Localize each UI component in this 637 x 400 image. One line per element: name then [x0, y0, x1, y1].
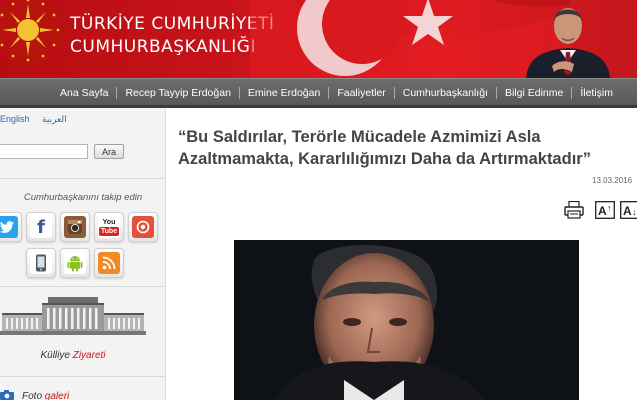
language-switcher: English العربية [0, 114, 77, 125]
rss-button[interactable] [94, 248, 124, 278]
nav-presidency[interactable]: Cumhurbaşkanlığı [395, 87, 496, 99]
youtube-icon: You Tube [98, 216, 120, 238]
photo-gallery-link-text: galeri [44, 391, 70, 400]
nav-recep-tayyip-erdogan[interactable]: Recep Tayyip Erdoğan [117, 87, 238, 99]
site-title[interactable]: TÜRKİYE CUMHURİYETİ CUMHURBAŞKANLIĞI [70, 13, 274, 59]
sidebar-divider [0, 376, 166, 377]
sidebar-divider [0, 286, 166, 287]
article-photo [234, 240, 579, 400]
nav-emine-erdogan[interactable]: Emine Erdoğan [240, 87, 328, 99]
article-headline-line1: “Bu Saldırılar, Terörle Mücadele Azmimiz… [178, 128, 541, 146]
search-button[interactable]: Ara [94, 144, 124, 159]
nav-activities[interactable]: Faaliyetler [329, 87, 393, 99]
svg-text:A: A [623, 204, 632, 218]
youtube-button[interactable]: You Tube [94, 212, 124, 242]
photo-gallery-link[interactable]: Foto galeri [0, 390, 69, 400]
android-icon [64, 252, 86, 274]
svg-text:↓: ↓ [632, 207, 637, 217]
font-decrease-icon[interactable]: A ↓ [620, 201, 637, 219]
follow-heading: Cumhurbaşkanını takip edin [23, 192, 143, 203]
sidebar-divider [0, 178, 166, 179]
article-date: 13.03.2016 [592, 176, 633, 185]
nav-home[interactable]: Ana Sayfa [52, 87, 116, 99]
main-navigation: Ana Sayfa Recep Tayyip Erdoğan Emine Erd… [0, 78, 637, 108]
language-english-link[interactable]: English [0, 114, 30, 124]
presidential-complex-image[interactable] [0, 291, 146, 341]
site-title-line1: TÜRKİYE CUMHURİYETİ [70, 14, 275, 34]
nav-information-request[interactable]: Bilgi Edinme [497, 87, 571, 99]
periscope-icon [132, 216, 154, 238]
language-arabic-link[interactable]: العربية [42, 114, 67, 124]
photo-gallery-label: Foto [22, 391, 43, 400]
twitter-button[interactable] [0, 212, 22, 242]
twitter-icon [0, 216, 18, 238]
president-portrait-image [526, 8, 610, 78]
android-button[interactable] [60, 248, 90, 278]
svg-text:A: A [598, 204, 607, 218]
facebook-button[interactable]: f [26, 212, 56, 242]
print-icon[interactable] [564, 201, 584, 219]
article-headline: “Bu Saldırılar, Terörle Mücadele Azmimiz… [178, 126, 628, 170]
complex-visit-label: Külliye [40, 350, 70, 361]
site-header: TÜRKİYE CUMHURİYETİ CUMHURBAŞKANLIĞI [0, 0, 637, 78]
svg-text:↑: ↑ [607, 203, 612, 213]
nav-contact[interactable]: İletişim [572, 87, 621, 99]
site-title-line2: CUMHURBAŞKANLIĞI [70, 37, 256, 57]
instagram-button[interactable] [60, 212, 90, 242]
facebook-icon: f [30, 216, 52, 238]
left-sidebar: English العربية Ara Cumhurbaşkanını taki… [0, 108, 166, 400]
article-headline-line2: Azaltmamakta, Kararlılığımızı Daha da Ar… [178, 150, 591, 168]
rss-icon [98, 252, 120, 274]
president-photo-image [234, 240, 579, 400]
font-increase-icon[interactable]: A ↑ [595, 201, 615, 219]
mobile-app-button[interactable] [26, 248, 56, 278]
presidential-seal-icon[interactable] [0, 0, 64, 66]
complex-visit-link[interactable]: Külliye Ziyareti [0, 350, 146, 361]
mobile-app-icon [30, 252, 52, 274]
periscope-button[interactable] [128, 212, 158, 242]
camera-icon [0, 390, 14, 400]
instagram-icon [64, 216, 86, 238]
search-input[interactable] [0, 144, 88, 159]
complex-visit-link-text: Ziyareti [72, 350, 106, 361]
